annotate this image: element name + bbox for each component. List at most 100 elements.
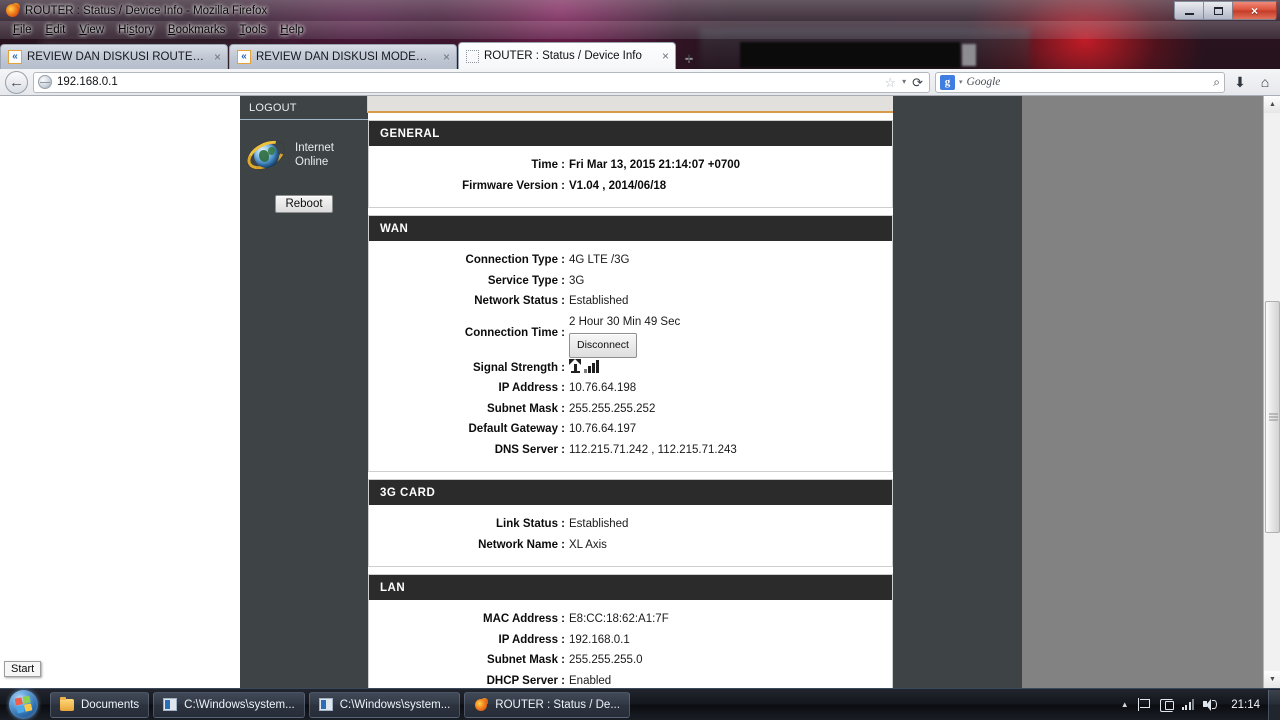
info-row: IP Address : 192.168.0.1 [369,630,892,651]
content-tab-strip[interactable] [367,96,894,113]
router-admin-page: LOGOUT Internet Online Reboot GENERAL Ti… [0,96,1263,688]
show-hidden-icons-icon[interactable]: ▲ [1121,700,1129,709]
row-label: DHCP Server : [486,674,565,687]
panel-lan: LAN MAC Address : E8:CC:18:62:A1:7F IP A… [368,574,893,688]
search-bar[interactable]: g ▾ Google ⌕ [935,71,1225,93]
window-titlebar[interactable]: ROUTER : Status / Device Info - Mozilla … [0,0,1280,21]
action-center-icon[interactable] [1159,698,1174,712]
back-button[interactable]: ← [5,70,28,94]
system-tray: ▲ 21:14 [1121,698,1268,712]
restore-button[interactable] [1203,1,1232,20]
row-label: Time : [531,159,565,171]
page-left-gutter [0,96,240,688]
tab-label: REVIEW DAN DISKUSI ROUTER 3G/4G ... [27,51,205,63]
menu-item-bookmarks[interactable]: Bookmarks [161,23,233,37]
info-row: DNS Server : 112.215.71.242 , 112.215.71… [369,440,892,461]
tab-strip: « REVIEW DAN DISKUSI ROUTER 3G/4G ... × … [0,41,1280,69]
browser-tab[interactable]: « REVIEW DAN DISKUSI MODEM ZTE M... × [229,44,457,69]
bookmark-star-icon[interactable]: ☆ [884,76,896,89]
flag-icon[interactable] [1137,698,1151,711]
show-desktop-button[interactable] [1268,689,1280,720]
info-row: IP Address : 10.76.64.198 [369,378,892,399]
row-value: Enabled [569,674,612,687]
windows-taskbar: Documents C:\Windows\system... C:\Window… [0,688,1280,720]
folder-icon [60,696,74,711]
reboot-button[interactable]: Reboot [275,195,333,213]
taskbar-button-cmd-2[interactable]: C:\Windows\system... [308,691,461,718]
menu-item-edit[interactable]: Edit [39,23,73,37]
row-label: Link Status : [495,518,565,530]
reload-icon[interactable]: ⟳ [912,76,923,89]
info-row: Firmware Version : V1.04 , 2014/06/18 [369,176,892,197]
info-row-connection-time: Connection Time : 2 Hour 30 Min 49 Sec D… [369,312,892,358]
globe-icon [38,75,52,89]
info-row: Service Type : 3G [369,271,892,292]
start-button[interactable] [0,690,46,720]
disconnect-button[interactable]: Disconnect [569,333,637,358]
browser-tab[interactable]: « REVIEW DAN DISKUSI ROUTER 3G/4G ... × [0,44,228,69]
sidebar-logout-row[interactable]: LOGOUT [240,96,368,120]
internet-globe-icon [242,135,290,175]
search-icon[interactable]: ⌕ [1213,75,1220,90]
scroll-down-icon[interactable]: ▼ [1264,671,1280,688]
url-bar[interactable]: 192.168.0.1 ☆ ▾ ⟳ [33,71,930,93]
taskbar-button-label: Documents [81,698,140,711]
internet-status: Internet Online [240,120,368,175]
row-value: 2 Hour 30 Min 49 Sec [569,315,681,328]
menu-item-history[interactable]: History [111,23,161,37]
row-value: 3G [569,274,585,287]
taskbar-button-cmd-1[interactable]: C:\Windows\system... [153,691,305,718]
tab-label: ROUTER : Status / Device Info [484,50,642,62]
row-value: Established [569,518,629,530]
speaker-icon[interactable] [1203,698,1218,711]
navigation-toolbar: ← 192.168.0.1 ☆ ▾ ⟳ g ▾ Google ⌕ ⬇ ⌂ [0,69,1280,96]
vertical-scrollbar[interactable]: ▲ ▼ [1263,96,1280,688]
kaskus-icon: « [8,50,22,64]
taskbar-button-firefox[interactable]: ROUTER : Status / De... [464,691,630,718]
kaskus-icon: « [237,50,251,64]
tab-close-icon[interactable]: × [658,50,669,62]
scrollbar-grip [1269,413,1278,421]
row-value: Established [569,295,629,307]
taskbar-button-label: C:\Windows\system... [339,698,451,711]
status-line-1: Internet [295,142,334,154]
window-controls: × [1174,1,1277,20]
internet-status-text: Internet Online [295,141,334,169]
page-viewport: LOGOUT Internet Online Reboot GENERAL Ti… [0,96,1280,688]
panel-general: GENERAL Time : Fri Mar 13, 2015 21:14:07… [368,120,893,208]
row-label: IP Address : [498,382,565,394]
panel-title: LAN [369,575,892,600]
menu-item-tools[interactable]: Tools [232,23,273,37]
scrollbar-thumb[interactable] [1265,301,1280,533]
taskbar-clock[interactable]: 21:14 [1227,699,1264,711]
row-value: XL Axis [569,538,607,551]
chevron-down-icon[interactable]: ▾ [902,78,906,86]
close-button[interactable]: × [1232,1,1277,20]
network-signal-icon[interactable] [1181,699,1195,710]
url-text: 192.168.0.1 [57,76,118,88]
row-label: Service Type : [487,274,565,287]
home-icon[interactable]: ⌂ [1255,74,1275,90]
downloads-icon[interactable]: ⬇ [1230,74,1250,91]
tab-close-icon[interactable]: × [210,51,221,63]
info-row: Connection Type : 4G LTE /3G [369,250,892,271]
browser-tab-active[interactable]: ROUTER : Status / Device Info × [458,42,676,69]
info-row: Link Status : Established [369,514,892,535]
row-value: 10.76.64.198 [569,382,637,394]
menu-item-help[interactable]: Help [273,23,311,37]
search-input[interactable]: Google [967,76,1001,88]
menu-item-view[interactable]: View [72,23,111,37]
scroll-up-icon[interactable]: ▲ [1264,96,1280,113]
firefox-icon [5,2,21,18]
row-label: Default Gateway : [468,423,566,435]
info-row: Network Name : XL Axis [369,535,892,556]
chevron-down-icon[interactable]: ▾ [959,78,963,86]
start-tooltip: Start [4,661,42,677]
new-tab-button[interactable]: + [679,47,699,69]
info-row: MAC Address : E8:CC:18:62:A1:7F [369,609,892,630]
menu-item-file[interactable]: File [6,23,39,37]
minimize-button[interactable] [1174,1,1203,20]
tab-close-icon[interactable]: × [439,51,450,63]
row-label: Subnet Mask : [487,654,565,666]
taskbar-button-documents[interactable]: Documents [50,691,150,718]
